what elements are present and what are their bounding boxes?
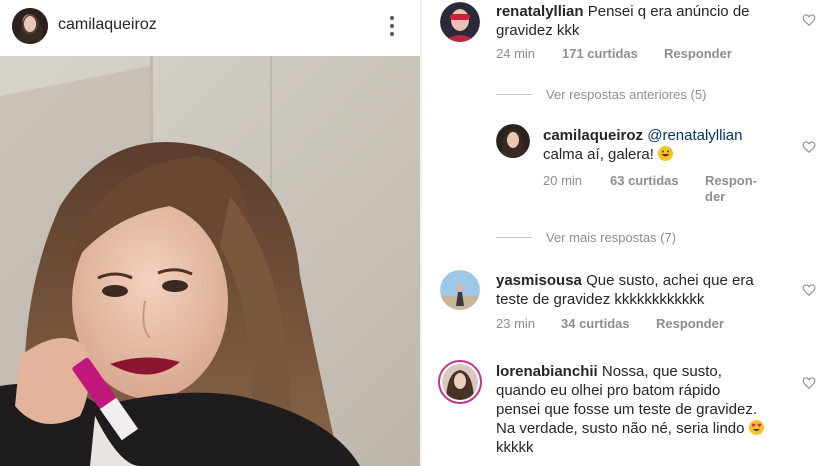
- post-photo: [0, 56, 420, 466]
- grinning-sweat-emoji-icon: [658, 146, 674, 161]
- like-heart-icon[interactable]: [802, 140, 816, 154]
- view-previous-replies[interactable]: Ver respostas anteriores (5): [496, 87, 706, 102]
- comment-time: 20 min: [543, 173, 583, 188]
- post-username[interactable]: camilaqueiroz: [58, 16, 157, 34]
- comment-avatar-lorenabianchii[interactable]: [438, 360, 482, 404]
- view-more-replies[interactable]: Ver mais respostas (7): [496, 230, 676, 245]
- comment-likes[interactable]: 171 curtidas: [562, 46, 638, 61]
- thread-line: [496, 94, 532, 95]
- like-heart-icon[interactable]: [802, 376, 816, 390]
- comment-username[interactable]: lorenabianchii: [496, 363, 598, 380]
- more-options-icon[interactable]: [386, 14, 398, 38]
- comment-avatar-renatalyllian[interactable]: [440, 2, 480, 42]
- comments-panel: renatalyllian Pensei q era anúncio de gr…: [422, 0, 828, 466]
- comment-renatalyllian: renatalyllian Pensei q era anúncio de gr…: [496, 3, 750, 39]
- like-heart-icon[interactable]: [802, 13, 816, 27]
- comment-username[interactable]: yasmisousa: [496, 272, 582, 289]
- comment-username[interactable]: camilaqueiroz: [543, 127, 643, 144]
- thread-line: [496, 237, 532, 238]
- comment-time: 23 min: [496, 316, 536, 331]
- reply-button[interactable]: Responder: [664, 46, 732, 61]
- comment-camilaqueiroz: camilaqueiroz @renatalyllian calma aí, g…: [543, 127, 743, 163]
- comment-avatar-yasmisousa[interactable]: [440, 270, 480, 310]
- like-heart-icon[interactable]: [802, 283, 816, 297]
- comment-lorenabianchii: lorenabianchii Nossa, que susto, quando …: [496, 362, 806, 457]
- heart-eyes-emoji-icon: [748, 420, 764, 435]
- reply-button[interactable]: Responder: [656, 316, 724, 331]
- comment-yasmisousa: yasmisousa Que susto, achei que era test…: [496, 272, 754, 308]
- mention-link[interactable]: @renatalyllian: [647, 127, 742, 144]
- post-header: camilaqueiroz: [0, 0, 420, 56]
- post-author-avatar[interactable]: [12, 8, 48, 44]
- comment-likes[interactable]: 63 curtidas: [610, 173, 679, 188]
- instagram-post: camilaqueiroz: [0, 0, 420, 466]
- comment-avatar-camilaqueiroz[interactable]: [496, 124, 530, 158]
- comment-username[interactable]: renatalyllian: [496, 3, 584, 20]
- comment-time: 24 min: [496, 46, 536, 61]
- comment-likes[interactable]: 34 curtidas: [561, 316, 630, 331]
- reply-button[interactable]: Respon-der: [705, 173, 757, 205]
